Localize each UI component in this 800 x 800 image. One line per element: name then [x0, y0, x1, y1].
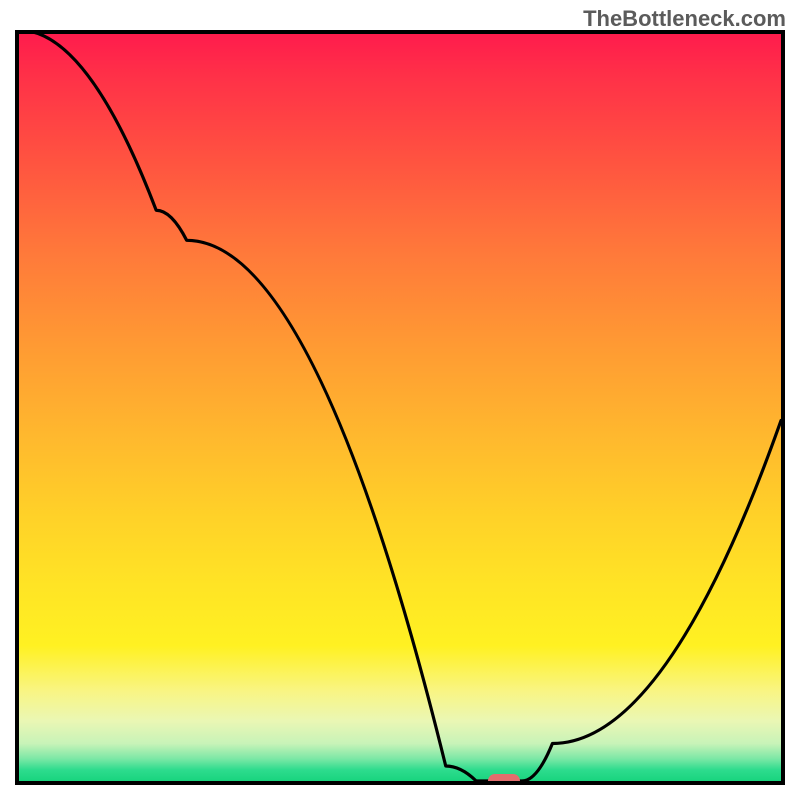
- chart-container: TheBottleneck.com: [0, 0, 800, 800]
- watermark-text: TheBottleneck.com: [583, 6, 786, 32]
- plot-frame: [15, 30, 785, 785]
- bottleneck-curve: [19, 30, 781, 781]
- target-marker: [488, 774, 520, 785]
